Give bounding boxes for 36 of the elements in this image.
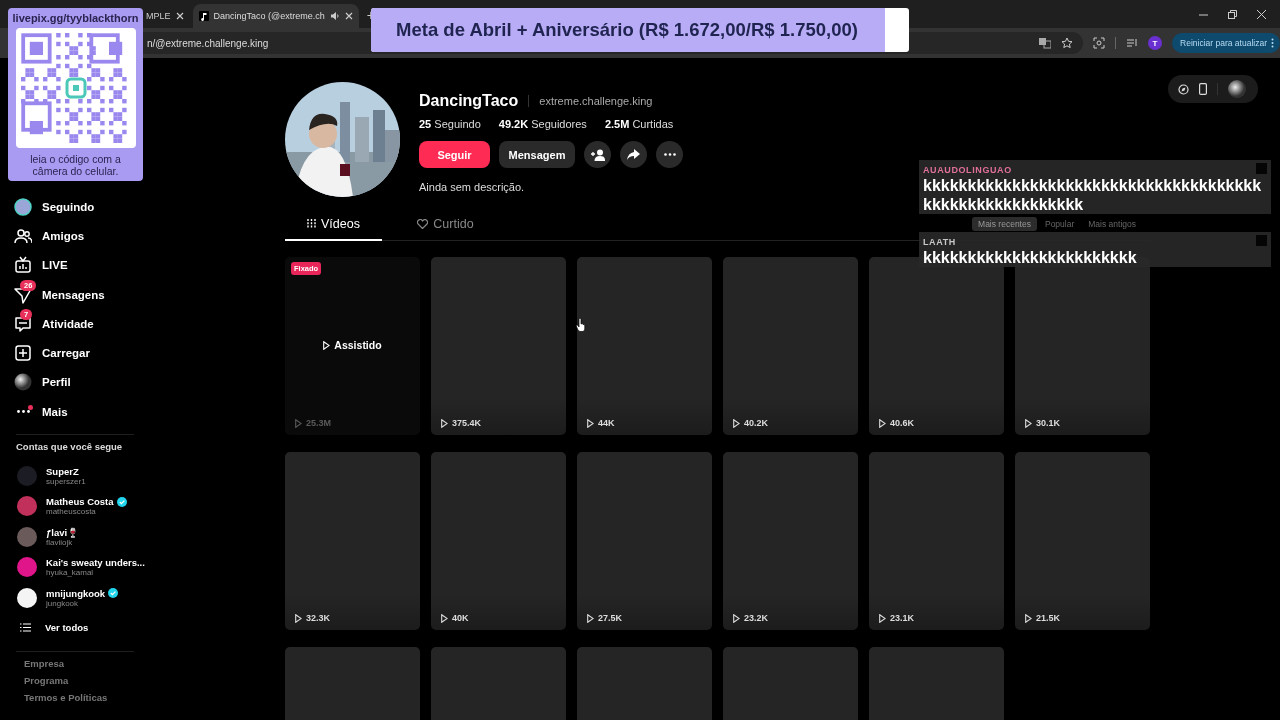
account-handle: flaviiojk [46,537,73,547]
donation-url: livepix.gg/tyyblackthorn [12,12,139,24]
view-count: 21.5K [1025,613,1061,623]
section-title: Contas que você segue [16,441,123,453]
account-handle: jungkook [46,598,79,608]
view-count: 44K [587,418,615,428]
chat-username: AUAUDOLINGUAO [923,164,1012,176]
account-handle: superszer1 [46,476,86,486]
profile-stat: 49.2K Seguidores [498,118,587,130]
view-count: 32.3K [295,613,331,623]
qr-caption: leia o código com a câmera do celular. [29,153,122,177]
account-name: SuperZ [46,465,79,477]
goal-title: Meta de Abril + Aniversário (R$ 1.672,00/R$ 1.750,00) [396,19,858,41]
account-name: Kai's sweaty unders... [46,557,145,569]
account-name: Matheus Costa [46,496,114,508]
account-name: mnijungkook [46,587,106,599]
profile-username: extreme.challenge.king [539,95,653,107]
view-count: 40.2K [733,418,769,428]
profile-name: DancingTaco [419,92,519,110]
profile-stat: 25 Seguindo [419,118,481,130]
view-count: 30.1K [1025,418,1061,428]
chat-username: LAATH [923,236,956,248]
view-count: 27.5K [587,613,623,623]
watched-label: Assistido [323,339,382,351]
view-count: 375.4K [441,418,482,428]
view-count: 23.2K [733,613,769,623]
profile-stat: 2.5M Curtidas [604,118,674,130]
account-name: ƒlavi🍷 [46,526,80,538]
profile-bio: Ainda sem descrição. [419,181,526,193]
chat-text: kkkkkkkkkkkkkkkkkkkkkkkkkkkkkkkkkkkkkkkkkkkkkkkkkkkkkkkk [923,176,1263,214]
view-count: 40K [441,613,469,623]
account-handle: matheuscosta [46,507,97,517]
view-count: 25.3M [295,418,331,428]
view-count: 23.1K [879,613,915,623]
view-count: 40.6K [879,418,915,428]
account-handle: hyuka_kamal [46,568,95,578]
